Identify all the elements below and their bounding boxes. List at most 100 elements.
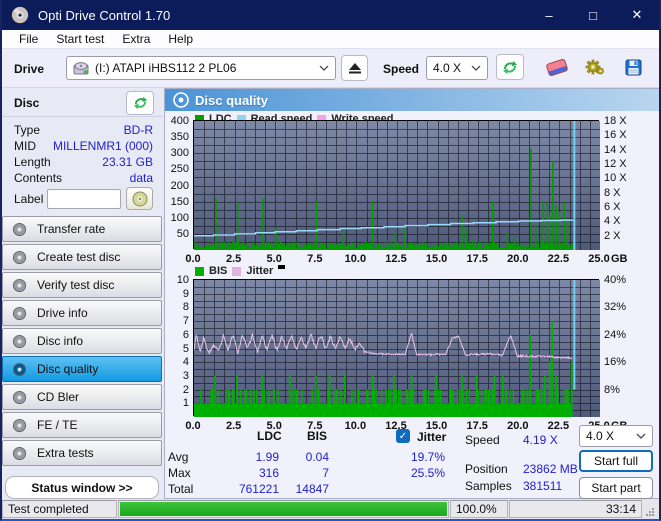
axis-tick-label: 7 <box>182 315 189 328</box>
axis-tick-label: 7.5 <box>307 253 323 265</box>
axis-tick-label: 12 X <box>604 158 627 170</box>
sidebar-item-disc-quality[interactable]: Disc quality <box>2 356 162 382</box>
sidebar-item-transfer-rate[interactable]: Transfer rate <box>2 216 162 242</box>
axis-tick-label: 10 <box>176 274 189 286</box>
menu-help[interactable]: Help <box>159 30 202 48</box>
axis-tick-label: 18 X <box>604 115 627 127</box>
disc-label-write-button[interactable] <box>126 187 153 210</box>
max-jitter: 25.5% <box>410 466 445 480</box>
sidebar: Disc Type BD-R MID MILLENMR1 (000) Lengt… <box>2 88 163 499</box>
jitter-legend-swatch <box>232 266 242 276</box>
axis-tick-label: 8 X <box>604 186 621 199</box>
sidebar-item-label: Drive info <box>37 306 88 320</box>
jitter-legend-label: Jitter <box>246 265 274 277</box>
refresh-icon <box>503 60 517 74</box>
close-button[interactable]: ✕ <box>615 0 659 30</box>
disc-group-title: Disc <box>14 96 40 110</box>
axis-tick-label: 5 <box>182 342 189 355</box>
disc-type-value: BD-R <box>123 123 153 137</box>
bis-jitter-chart-plot <box>193 279 600 417</box>
sidebar-item-label: Transfer rate <box>37 222 106 236</box>
speed-select[interactable]: 4.0 X <box>426 56 488 80</box>
speed-value: 4.0 X <box>433 61 462 75</box>
save-button[interactable] <box>618 54 648 80</box>
jitter-checkbox-label: Jitter <box>417 430 447 444</box>
total-ldc: 761221 <box>238 482 279 496</box>
axis-tick-label: 9 <box>182 287 189 300</box>
status-text: Test completed <box>2 500 117 518</box>
jitter-checkbox[interactable]: ✓ <box>396 429 410 443</box>
axis-tick-label: 8% <box>604 383 620 396</box>
eject-icon <box>348 63 361 74</box>
axis-tick-label: 16 X <box>604 129 627 142</box>
sidebar-item-extra-tests[interactable]: Extra tests <box>2 440 162 466</box>
sidebar-item-label: Disc quality <box>37 362 99 376</box>
axis-tick-label: 4 <box>182 356 189 369</box>
status-window-button[interactable]: Status window >> <box>5 476 159 499</box>
disc-type-label: Type <box>14 123 41 137</box>
cd-icon <box>12 390 27 405</box>
sidebar-item-label: Create test disc <box>37 250 121 264</box>
cd-icon <box>12 362 27 377</box>
elapsed-time: 33:14 <box>509 500 642 518</box>
app-cd-icon <box>11 6 29 24</box>
toolbar: Drive (I:) ATAPI iHBS112 2 PL06 Speed 4.… <box>2 49 659 130</box>
axis-tick-label: 3 <box>182 369 189 382</box>
menu-file[interactable]: File <box>10 30 47 48</box>
maximize-button[interactable]: □ <box>571 0 615 30</box>
menu-start-test[interactable]: Start test <box>47 30 113 48</box>
drive-select[interactable]: (I:) ATAPI iHBS112 2 PL06 <box>66 56 336 80</box>
axis-tick-label: 350 <box>170 131 189 144</box>
axis-tick-label: 6 <box>182 328 189 341</box>
disc-refresh-button[interactable] <box>126 91 154 115</box>
axis-tick-label: 200 <box>170 179 189 192</box>
avg-jitter: 19.7% <box>410 450 445 464</box>
sidebar-item-fe-te[interactable]: FE / TE <box>2 412 162 438</box>
test-speed-select[interactable]: 4.0 X <box>579 425 653 447</box>
eject-button[interactable] <box>341 55 368 81</box>
settings-button[interactable] <box>580 54 610 80</box>
minimize-button[interactable]: – <box>527 0 571 30</box>
axis-tick-label: 24% <box>604 328 627 341</box>
disc-mid-value: MILLENMR1 (000) <box>52 139 153 153</box>
panel-title: Disc quality <box>195 92 268 108</box>
sidebar-item-drive-info[interactable]: Drive info <box>2 300 162 326</box>
axis-tick-label: 20.0 <box>507 420 529 432</box>
sidebar-item-create-test-disc[interactable]: Create test disc <box>2 244 162 270</box>
cd-icon <box>12 446 27 461</box>
axis-tick-label: 2.5 <box>225 253 242 265</box>
app-window: Opti Drive Control 1.70 – □ ✕ File Start… <box>0 0 661 521</box>
cd-icon <box>12 222 27 237</box>
disc-label-input[interactable] <box>47 189 121 209</box>
disc-length-row: Length 23.31 GB <box>14 155 153 171</box>
floppy-disk-icon <box>625 59 641 75</box>
sidebar-item-verify-test-disc[interactable]: Verify test disc <box>2 272 162 298</box>
axis-tick-label: 1 <box>182 397 189 410</box>
menu-extra[interactable]: Extra <box>113 30 159 48</box>
erase-disc-button[interactable] <box>542 54 572 80</box>
stats-max-label: Max <box>168 466 191 480</box>
disc-group-header: Disc <box>2 90 163 117</box>
start-part-button[interactable]: Start part <box>579 477 653 499</box>
stats-ldc-header: LDC <box>257 429 282 443</box>
sidebar-item-label: Extra tests <box>37 446 94 460</box>
progress-fill <box>120 502 447 516</box>
sidebar-item-cd-bler[interactable]: CD Bler <box>2 384 162 410</box>
max-bis: 7 <box>322 466 329 480</box>
refresh-button[interactable] <box>496 54 524 80</box>
chevron-down-icon <box>319 65 329 71</box>
disc-label-label: Label <box>14 192 44 206</box>
axis-tick-label: 22.5 <box>547 420 570 432</box>
sidebar-item-label: FE / TE <box>37 418 78 432</box>
sidebar-item-disc-info[interactable]: Disc info <box>2 328 162 354</box>
disc-type-row: Type BD-R <box>14 123 153 139</box>
cd-icon <box>12 306 27 321</box>
start-full-button[interactable]: Start full <box>579 450 653 472</box>
axis-tick-label: GB <box>611 253 628 265</box>
axis-tick-label: 22.5 <box>547 253 570 265</box>
sidebar-item-label: CD Bler <box>37 390 80 404</box>
speed-stat-label: Speed <box>465 433 500 447</box>
samples-stat-label: Samples <box>465 479 512 493</box>
progress-bar <box>118 500 449 518</box>
resize-grip[interactable] <box>643 499 657 519</box>
